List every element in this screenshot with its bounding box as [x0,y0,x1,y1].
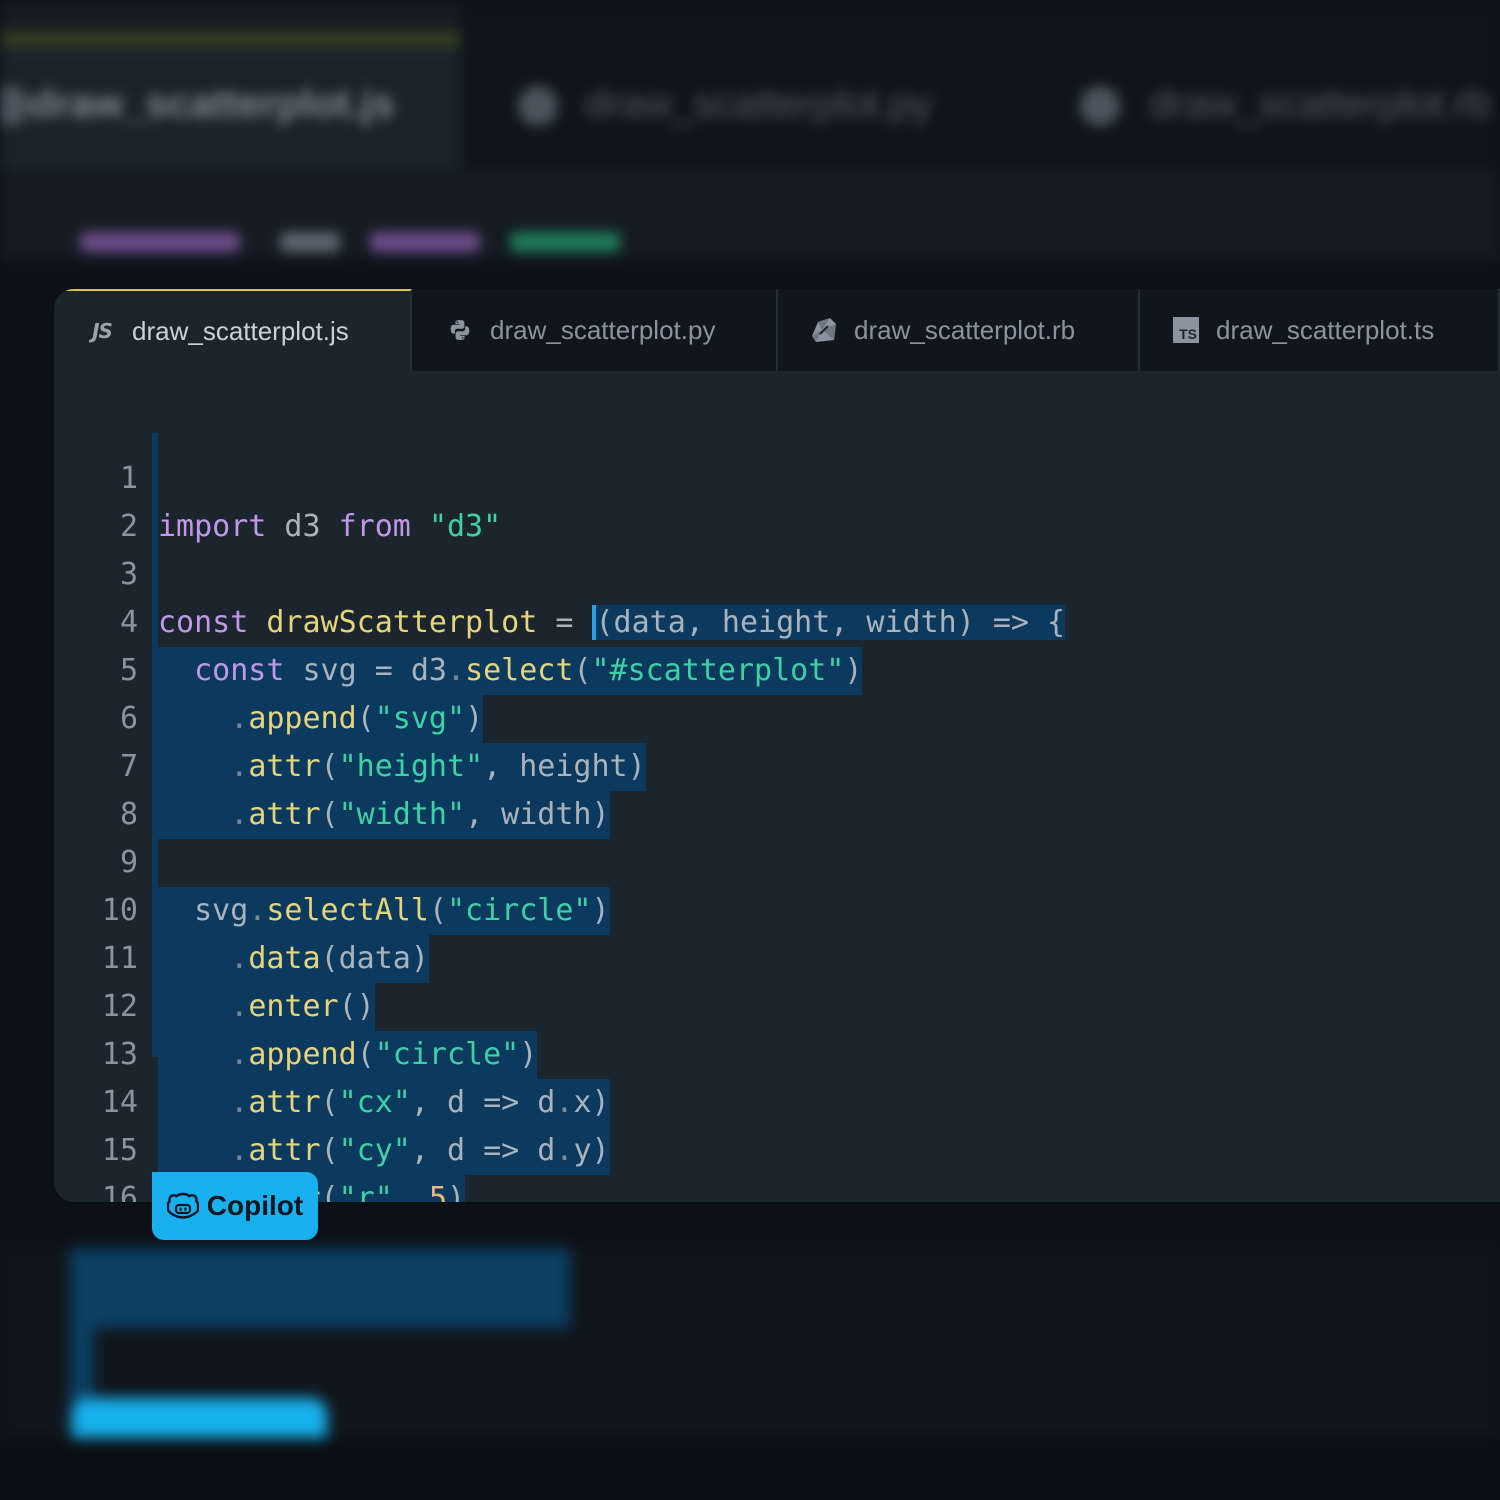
background-editor-top: draw_scatterplot.js draw_scatterplot.py … [0,0,1500,260]
tab-draw-scatterplot-js[interactable]: JS draw_scatterplot.js [54,289,412,371]
code-line: 16 } [54,1127,1500,1202]
tab-draw-scatterplot-rb[interactable]: draw_scatterplot.rb [778,289,1140,371]
code-line: 5 .append("svg") [54,599,1500,743]
copilot-label: Copilot [206,1190,304,1221]
code-line: 4 const svg = d3.select("#scatterplot") [54,551,1500,695]
line-number: 16 [101,1181,138,1204]
code-line: 14 .attr("cy", d => d.y) [54,1031,1500,1175]
file-tab-bar: JS draw_scatterplot.js draw_scatterplot.… [54,289,1500,371]
code-line: 12 .append("circle") [54,935,1500,1079]
tab-label: draw_scatterplot.ts [1216,314,1435,345]
code-line: 15 .attr("r", 5) [54,1079,1500,1202]
code-line: 13 .attr("cx", d => d.x) [54,983,1500,1127]
tab-label: draw_scatterplot.rb [854,314,1076,345]
javascript-icon: JS [92,319,113,343]
code-line: 1 import d3 from "d3" [54,407,1500,544]
tab-draw-scatterplot-py[interactable]: draw_scatterplot.py [412,289,778,371]
background-editor-bottom [0,1248,1500,1500]
code-line: 2 [54,455,1500,544]
code-line: 9 svg.selectAll("circle") [54,791,1500,935]
copilot-icon [166,1192,199,1219]
ruby-icon [810,316,838,344]
python-icon [446,316,474,344]
code-editor: JS draw_scatterplot.js draw_scatterplot.… [52,287,1500,1204]
code-line: 6 .attr("height", height) [54,647,1500,791]
code-line: 7 .attr("width", width) [54,695,1500,839]
code-line: 8 [54,743,1500,832]
typescript-icon: TS [1172,316,1200,344]
tab-draw-scatterplot-ts[interactable]: TS draw_scatterplot.ts [1140,289,1500,371]
tab-label: draw_scatterplot.js [132,315,349,346]
code-area[interactable]: 1 import d3 from "d3" 2 3 const drawScat… [54,407,1500,1202]
copilot-button[interactable]: Copilot [152,1172,318,1240]
code-line: 11 .enter() [54,887,1500,1031]
code-line: 10 .data(data) [54,839,1500,983]
code-line: 3 const drawScatterplot = (data, height,… [54,503,1500,640]
tab-label: draw_scatterplot.py [490,314,716,345]
